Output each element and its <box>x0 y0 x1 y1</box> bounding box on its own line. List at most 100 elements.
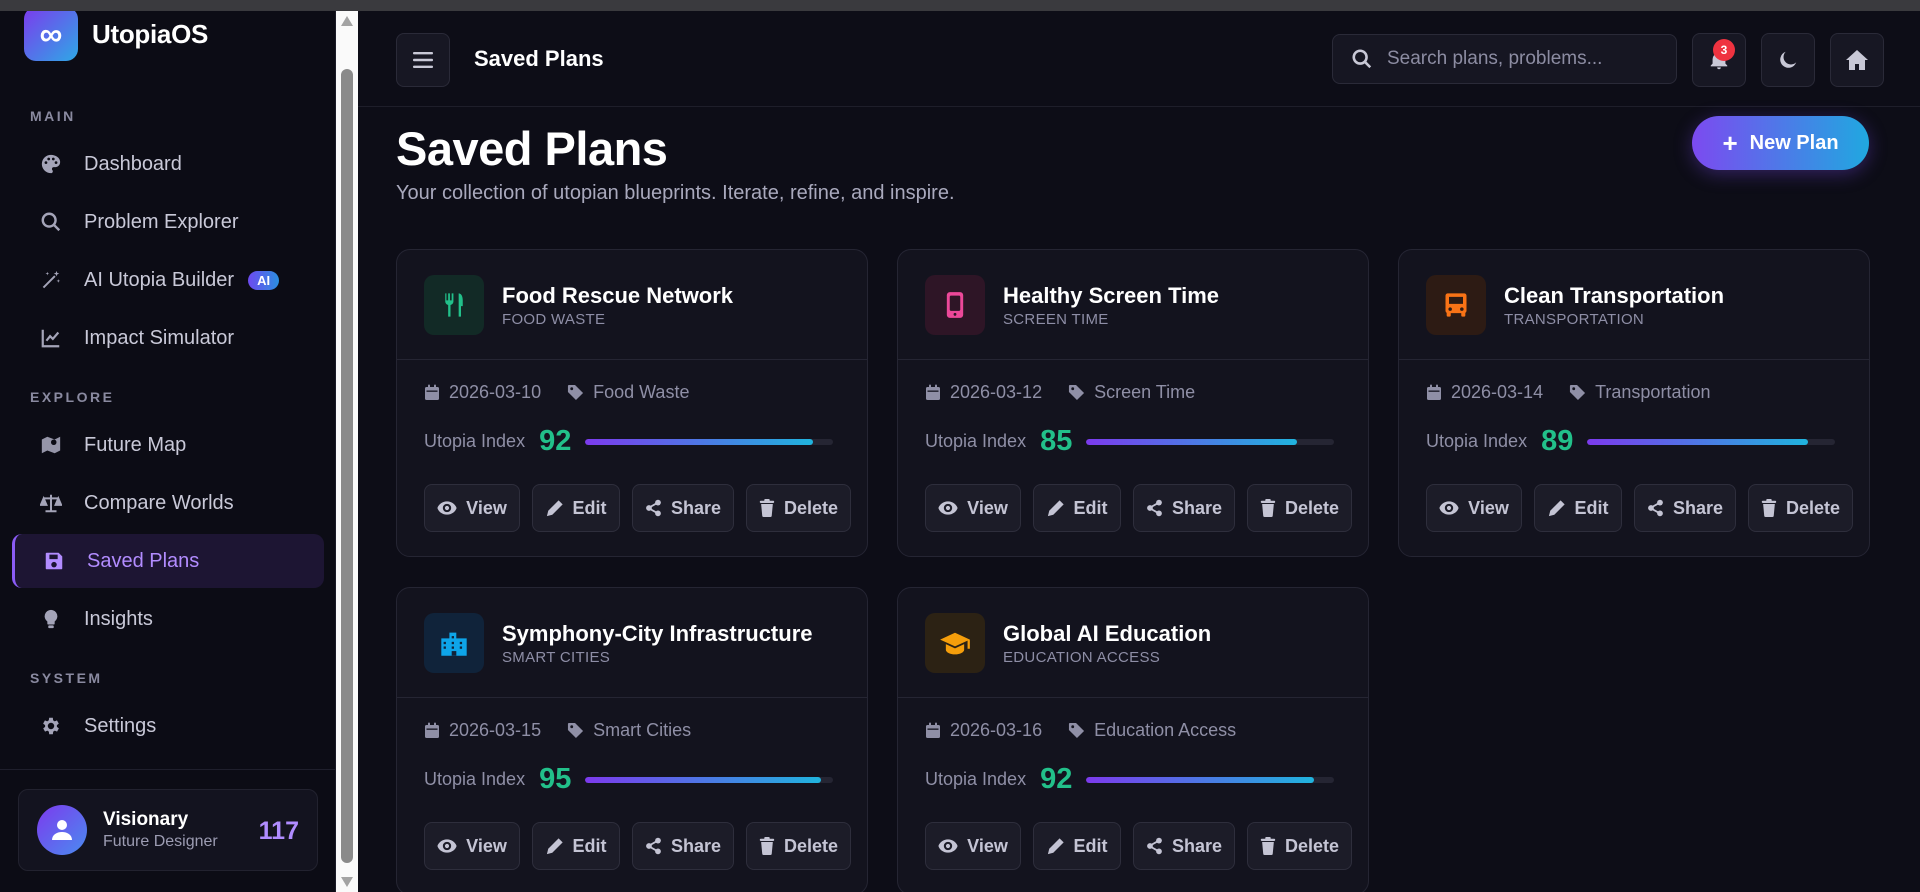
tag-icon <box>1069 722 1085 739</box>
delete-label: Delete <box>1785 497 1840 518</box>
sidebar-item-label: Insights <box>84 607 153 630</box>
home-button[interactable] <box>1830 33 1884 87</box>
plan-card[interactable]: Global AI Education EDUCATION ACCESS 2026-… <box>897 587 1369 892</box>
user-profile-card[interactable]: Visionary Future Designer 117 <box>18 789 318 871</box>
eye-icon <box>938 839 958 853</box>
palette-icon <box>38 151 64 177</box>
sidebar-item-insights[interactable]: Insights <box>12 592 324 646</box>
sidebar-item-ai-utopia-builder[interactable]: AI Utopia Builder AI <box>12 253 324 307</box>
plan-tag-text: Food Waste <box>593 382 690 402</box>
sidebar-item-label: Problem Explorer <box>84 210 239 233</box>
sidebar-scrollbar[interactable] <box>336 11 358 892</box>
share-label: Share <box>1171 835 1222 856</box>
theme-toggle-button[interactable] <box>1761 33 1815 87</box>
utopia-index-bar <box>1587 438 1836 445</box>
share-label: Share <box>1171 497 1222 518</box>
sidebar-item-saved-plans[interactable]: Saved Plans <box>12 534 324 588</box>
delete-button[interactable]: Delete <box>746 484 851 532</box>
share-button[interactable]: Share <box>1133 822 1235 870</box>
view-button[interactable]: View <box>1426 484 1522 532</box>
share-button[interactable]: Share <box>632 484 734 532</box>
delete-button[interactable]: Delete <box>1247 822 1352 870</box>
calendar-icon <box>926 384 940 400</box>
utopia-index-label: Utopia Index <box>1426 431 1528 451</box>
new-plan-button[interactable]: + New Plan <box>1692 116 1869 170</box>
plan-card[interactable]: Food Rescue Network FOOD WASTE 2026-03-10 F… <box>396 249 868 557</box>
delete-button[interactable]: Delete <box>1748 484 1853 532</box>
share-button[interactable]: Share <box>1133 484 1235 532</box>
calendar-icon <box>425 722 439 738</box>
view-button[interactable]: View <box>424 822 520 870</box>
utopia-index-bar <box>585 438 834 445</box>
profile-role: Future Designer <box>103 833 218 850</box>
utopia-index-bar-fill <box>1086 438 1297 445</box>
map-icon <box>38 432 64 458</box>
plan-date-text: 2026-03-10 <box>449 382 542 402</box>
line-chart-icon <box>38 325 64 351</box>
plan-tag: Smart Cities <box>567 720 691 741</box>
plan-date: 2026-03-12 <box>925 382 1042 403</box>
utopia-index-bar-fill <box>585 438 814 445</box>
utopia-index-label: Utopia Index <box>925 769 1027 789</box>
plan-tag-text: Screen Time <box>1094 382 1196 402</box>
infinity-logo-icon: ∞ <box>24 11 78 61</box>
new-plan-label: New Plan <box>1749 131 1839 154</box>
utopia-index-value: 89 <box>1541 425 1574 457</box>
utopia-index-bar <box>1086 438 1335 445</box>
edit-button[interactable]: Edit <box>532 484 620 532</box>
view-label: View <box>967 835 1008 856</box>
section-label-system: SYSTEM <box>30 670 103 686</box>
scale-icon <box>38 490 64 516</box>
sidebar-item-problem-explorer[interactable]: Problem Explorer <box>12 195 324 249</box>
edit-button[interactable]: Edit <box>532 822 620 870</box>
edit-button[interactable]: Edit <box>1033 484 1121 532</box>
plan-tag-text: Smart Cities <box>593 720 692 740</box>
scroll-up-arrow-icon[interactable] <box>341 16 353 26</box>
view-button[interactable]: View <box>925 484 1021 532</box>
plan-card[interactable]: Symphony-City Infrastructure SMART CITIES… <box>396 587 868 892</box>
view-label: View <box>1468 497 1509 518</box>
plan-tag-text: Education Access <box>1094 720 1237 740</box>
moon-icon <box>1780 51 1797 68</box>
share-icon <box>646 499 661 517</box>
share-button[interactable]: Share <box>632 822 734 870</box>
sidebar-item-dashboard[interactable]: Dashboard <box>12 137 324 191</box>
utopia-index-bar-fill <box>1587 438 1808 445</box>
utopia-index-value: 92 <box>1040 763 1073 795</box>
scroll-thumb[interactable] <box>341 69 353 863</box>
brand[interactable]: ∞ UtopiaOS <box>24 11 208 61</box>
edit-label: Edit <box>572 835 607 856</box>
sidebar-item-label: AI Utopia Builder <box>84 268 235 291</box>
edit-button[interactable]: Edit <box>1033 822 1121 870</box>
sidebar-item-label: Settings <box>84 714 157 737</box>
view-button[interactable]: View <box>424 484 520 532</box>
pencil-icon <box>546 838 563 855</box>
utopia-index-value: 85 <box>1040 425 1073 457</box>
plan-title: Global AI Education <box>1003 621 1212 646</box>
share-button[interactable]: Share <box>1634 484 1736 532</box>
tag-icon <box>568 722 584 739</box>
search-icon <box>1352 49 1372 69</box>
edit-button[interactable]: Edit <box>1534 484 1622 532</box>
search-input[interactable]: Search plans, problems... <box>1332 34 1677 84</box>
delete-button[interactable]: Delete <box>746 822 851 870</box>
sidebar-item-future-map[interactable]: Future Map <box>12 418 324 472</box>
view-button[interactable]: View <box>925 822 1021 870</box>
bus-icon <box>1426 275 1486 335</box>
sidebar-item-impact-simulator[interactable]: Impact Simulator <box>12 311 324 365</box>
menu-toggle-button[interactable] <box>396 33 450 87</box>
notification-count-badge: 3 <box>1713 39 1735 61</box>
plan-card[interactable]: Clean Transportation TRANSPORTATION 2026-0… <box>1398 249 1870 557</box>
calendar-icon <box>1427 384 1441 400</box>
delete-label: Delete <box>1284 497 1339 518</box>
sidebar-item-settings[interactable]: Settings <box>12 699 324 753</box>
edit-label: Edit <box>1073 835 1108 856</box>
sidebar-item-compare-worlds[interactable]: Compare Worlds <box>12 476 324 530</box>
magic-wand-icon <box>38 267 64 293</box>
plan-card[interactable]: Healthy Screen Time SCREEN TIME 2026-03-12… <box>897 249 1369 557</box>
scroll-down-arrow-icon[interactable] <box>341 877 353 887</box>
delete-button[interactable]: Delete <box>1247 484 1352 532</box>
save-icon <box>41 548 67 574</box>
calendar-icon <box>926 722 940 738</box>
notifications-button[interactable]: 3 <box>1692 33 1746 87</box>
